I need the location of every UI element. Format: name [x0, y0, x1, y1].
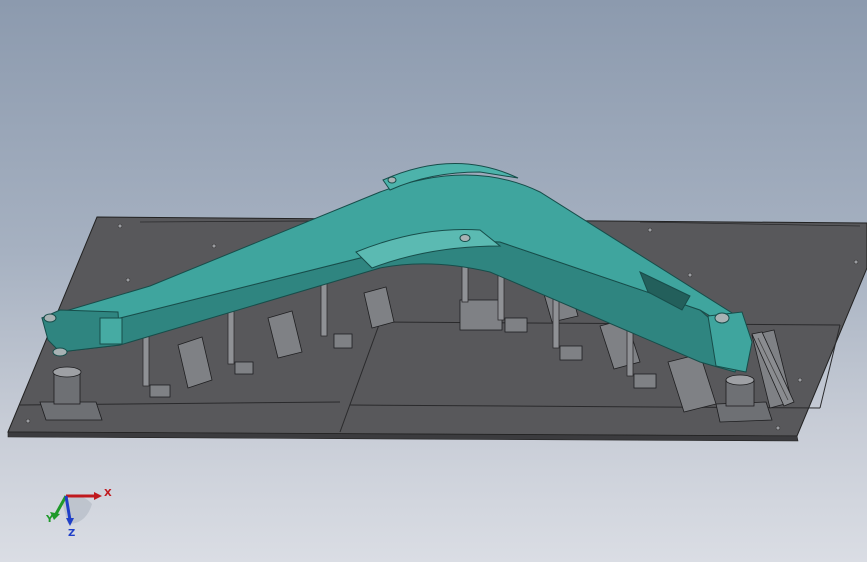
y-axis-label: Y: [45, 514, 54, 525]
x-axis-label: X: [104, 488, 112, 499]
assembly-model[interactable]: [0, 0, 867, 562]
cad-3d-viewport[interactable]: X Y Z: [0, 0, 867, 562]
z-axis-label: Z: [68, 528, 75, 538]
orientation-triad: X Y Z: [45, 488, 112, 538]
x-axis-arrow: [94, 492, 102, 500]
